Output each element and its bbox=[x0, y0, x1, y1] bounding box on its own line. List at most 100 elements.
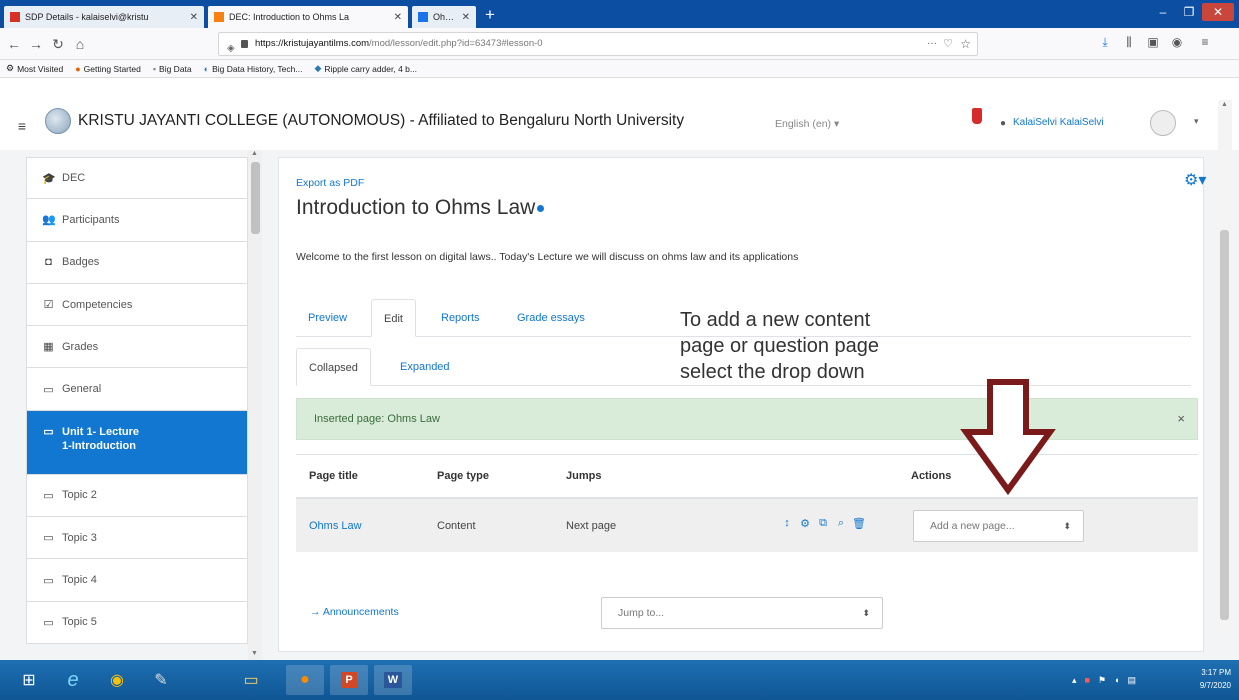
maximize-button[interactable]: ❐ bbox=[1176, 3, 1202, 21]
browser-tab-sdp[interactable]: SDP Details - kalaiselvi@kristu ✕ bbox=[4, 6, 204, 28]
success-alert: Inserted page: Ohms Law × bbox=[296, 398, 1198, 440]
annotation-line: select the drop down bbox=[680, 361, 865, 383]
site-title[interactable]: KRISTU JAYANTI COLLEGE (AUTONOMOUS) - Af… bbox=[78, 112, 684, 130]
browser-tab-dec[interactable]: DEC: Introduction to Ohms La ✕ bbox=[208, 6, 408, 28]
bookmark-big-data[interactable]: ▪ Big Data bbox=[153, 64, 192, 74]
tab-expanded[interactable]: Expanded bbox=[388, 348, 462, 386]
bookmark-getting-started[interactable]: ● Getting Started bbox=[75, 64, 141, 74]
sidebar-item[interactable]: 👥 Participants bbox=[26, 199, 248, 242]
minimize-button[interactable]: – bbox=[1150, 3, 1176, 21]
page-scroll-thumb[interactable] bbox=[1220, 230, 1229, 620]
internet-explorer-icon[interactable]: e bbox=[54, 665, 92, 695]
firefox-icon[interactable]: ● bbox=[286, 665, 324, 695]
announcements-link[interactable]: → Announcements bbox=[310, 606, 399, 618]
powerpoint-icon[interactable]: P bbox=[330, 665, 368, 695]
browser-tab-ohms[interactable]: Ohm's Law - How Voltage, Cu ✕ bbox=[412, 6, 476, 28]
library-icon[interactable]: ⫼ bbox=[1120, 35, 1138, 50]
sidebar-item[interactable]: 🎓 DEC bbox=[26, 157, 248, 200]
pocket-icon[interactable]: ♡ bbox=[943, 33, 953, 55]
page-type-value: Content bbox=[437, 519, 476, 532]
chevron-down-icon[interactable]: ▾ bbox=[1194, 116, 1199, 127]
close-icon[interactable]: ✕ bbox=[394, 12, 402, 23]
sidebar-item[interactable]: ▦ Grades bbox=[26, 326, 248, 369]
reload-button[interactable]: ↻ bbox=[48, 35, 68, 53]
checkbox-icon: ☑ bbox=[43, 299, 54, 312]
chrome-icon[interactable]: ◉ bbox=[98, 665, 136, 695]
folder-icon: ▭ bbox=[43, 616, 54, 629]
page-title-link[interactable]: Ohms Law bbox=[309, 499, 362, 552]
college-logo[interactable] bbox=[45, 108, 71, 134]
language-menu[interactable]: English (en) ▾ bbox=[775, 118, 839, 130]
close-window-button[interactable]: ✕ bbox=[1202, 3, 1234, 21]
close-icon[interactable]: × bbox=[1177, 399, 1185, 439]
preview-search-icon[interactable]: ⌕ bbox=[834, 517, 848, 530]
scroll-down-icon[interactable]: ▼ bbox=[251, 650, 258, 657]
hamburger-menu-icon[interactable]: ≡ bbox=[12, 118, 32, 134]
bookmark-star-icon[interactable]: ☆ bbox=[960, 33, 971, 55]
scroll-up-icon[interactable]: ▲ bbox=[1221, 101, 1228, 108]
tab-grade-essays[interactable]: Grade essays bbox=[505, 299, 597, 337]
bookmarks-bar: ⚙ Most Visited ● Getting Started ▪ Big Data… bbox=[0, 60, 1239, 78]
export-pdf-link[interactable]: Export as PDF bbox=[296, 177, 364, 189]
account-icon[interactable]: ◉ bbox=[1168, 35, 1186, 49]
clock[interactable]: 3:17 PM 9/7/2020 bbox=[1200, 666, 1231, 692]
message-icon[interactable]: ● bbox=[1000, 118, 1006, 129]
browser-tab-bar: SDP Details - kalaiselvi@kristu ✕ DEC: I… bbox=[0, 0, 1239, 28]
lock-icon[interactable] bbox=[241, 40, 248, 48]
bookmark-ripple-carry[interactable]: ◆ Ripple carry adder, 4 b... bbox=[314, 63, 417, 74]
home-button[interactable]: ⌂ bbox=[70, 35, 90, 53]
antivirus-icon[interactable]: ■ bbox=[1085, 675, 1090, 685]
sidebar-item[interactable]: ▭ Topic 5 bbox=[26, 601, 248, 644]
sidebar-item[interactable]: ◘ Badges bbox=[26, 241, 248, 284]
move-icon[interactable]: ↕ bbox=[780, 517, 794, 529]
close-icon[interactable]: ✕ bbox=[190, 12, 198, 23]
menu-icon[interactable]: ≡ bbox=[1196, 35, 1214, 49]
flag-icon[interactable]: ⚑ bbox=[1098, 675, 1106, 686]
sidebar-item[interactable]: ▭ Topic 3 bbox=[26, 517, 248, 560]
tab-collapsed[interactable]: Collapsed bbox=[296, 348, 371, 386]
sidebar-item-label: Participants bbox=[62, 213, 120, 226]
avatar[interactable] bbox=[1150, 110, 1176, 136]
tray-chevron-icon[interactable]: ▴ bbox=[1072, 675, 1077, 686]
help-icon[interactable] bbox=[537, 204, 545, 212]
network-icon[interactable]: ▤ bbox=[1127, 675, 1136, 686]
tab-reports[interactable]: Reports bbox=[429, 299, 492, 337]
file-explorer-icon[interactable]: ▭ bbox=[232, 665, 270, 695]
word-icon[interactable]: W bbox=[374, 665, 412, 695]
sidebar-item[interactable]: ▭ Topic 4 bbox=[26, 559, 248, 602]
sidebar-item[interactable]: ▭ General bbox=[26, 368, 248, 411]
volume-icon[interactable]: ◖ bbox=[1114, 675, 1119, 685]
gear-icon[interactable]: ⚙▾ bbox=[1184, 170, 1206, 190]
graduation-cap-icon: 🎓 bbox=[42, 172, 56, 185]
tab-edit[interactable]: Edit bbox=[371, 299, 416, 337]
shield-icon[interactable]: ◈ bbox=[227, 38, 235, 55]
add-new-page-select[interactable]: Add a new page... ⬍ bbox=[913, 510, 1084, 542]
jump-to-select[interactable]: Jump to... ⬍ bbox=[601, 597, 883, 629]
media-app-icon[interactable]: ✎ bbox=[142, 665, 180, 695]
bookmark-big-data-history[interactable]: ◐ Big Data History, Tech... bbox=[204, 64, 303, 74]
forward-button[interactable]: → bbox=[26, 35, 46, 53]
sidebar-item[interactable]: ▭ Topic 2 bbox=[26, 474, 248, 518]
notification-icon[interactable] bbox=[972, 108, 982, 124]
sidebar-icon[interactable]: ▣ bbox=[1144, 35, 1162, 49]
windows-start-button[interactable]: ⊞ bbox=[10, 665, 48, 695]
delete-trash-icon[interactable]: 🗑 bbox=[852, 517, 866, 530]
back-button[interactable]: ← bbox=[4, 35, 24, 53]
download-icon[interactable]: ⤓ bbox=[1096, 35, 1114, 50]
scroll-up-icon[interactable]: ▲ bbox=[251, 150, 258, 157]
bookmark-label: Big Data bbox=[159, 63, 192, 74]
user-name[interactable]: KalaiSelvi KalaiSelvi bbox=[1013, 117, 1104, 128]
sidebar-item-label: Competencies bbox=[62, 298, 133, 311]
gear-icon[interactable]: ⚙ bbox=[798, 517, 812, 530]
new-tab-button[interactable]: + bbox=[480, 5, 500, 25]
sidebar-scroll-thumb[interactable] bbox=[251, 162, 260, 234]
sidebar-item[interactable]: ☑ Competencies bbox=[26, 283, 248, 327]
duplicate-icon[interactable]: ⧉ bbox=[816, 517, 830, 530]
tab-preview[interactable]: Preview bbox=[296, 299, 359, 337]
bookmark-most-visited[interactable]: ⚙ Most Visited bbox=[6, 63, 63, 74]
close-icon[interactable]: ✕ bbox=[462, 12, 470, 23]
page-actions-icon[interactable]: ··· bbox=[927, 33, 937, 55]
sidebar-item-label: Topic 5 bbox=[62, 616, 97, 629]
address-bar[interactable]: ◈ https://kristujayantilms.com/mod/lesso… bbox=[218, 32, 978, 56]
sidebar-item[interactable]: ▭ Unit 1- Lecture 1-Introduction bbox=[26, 410, 248, 475]
